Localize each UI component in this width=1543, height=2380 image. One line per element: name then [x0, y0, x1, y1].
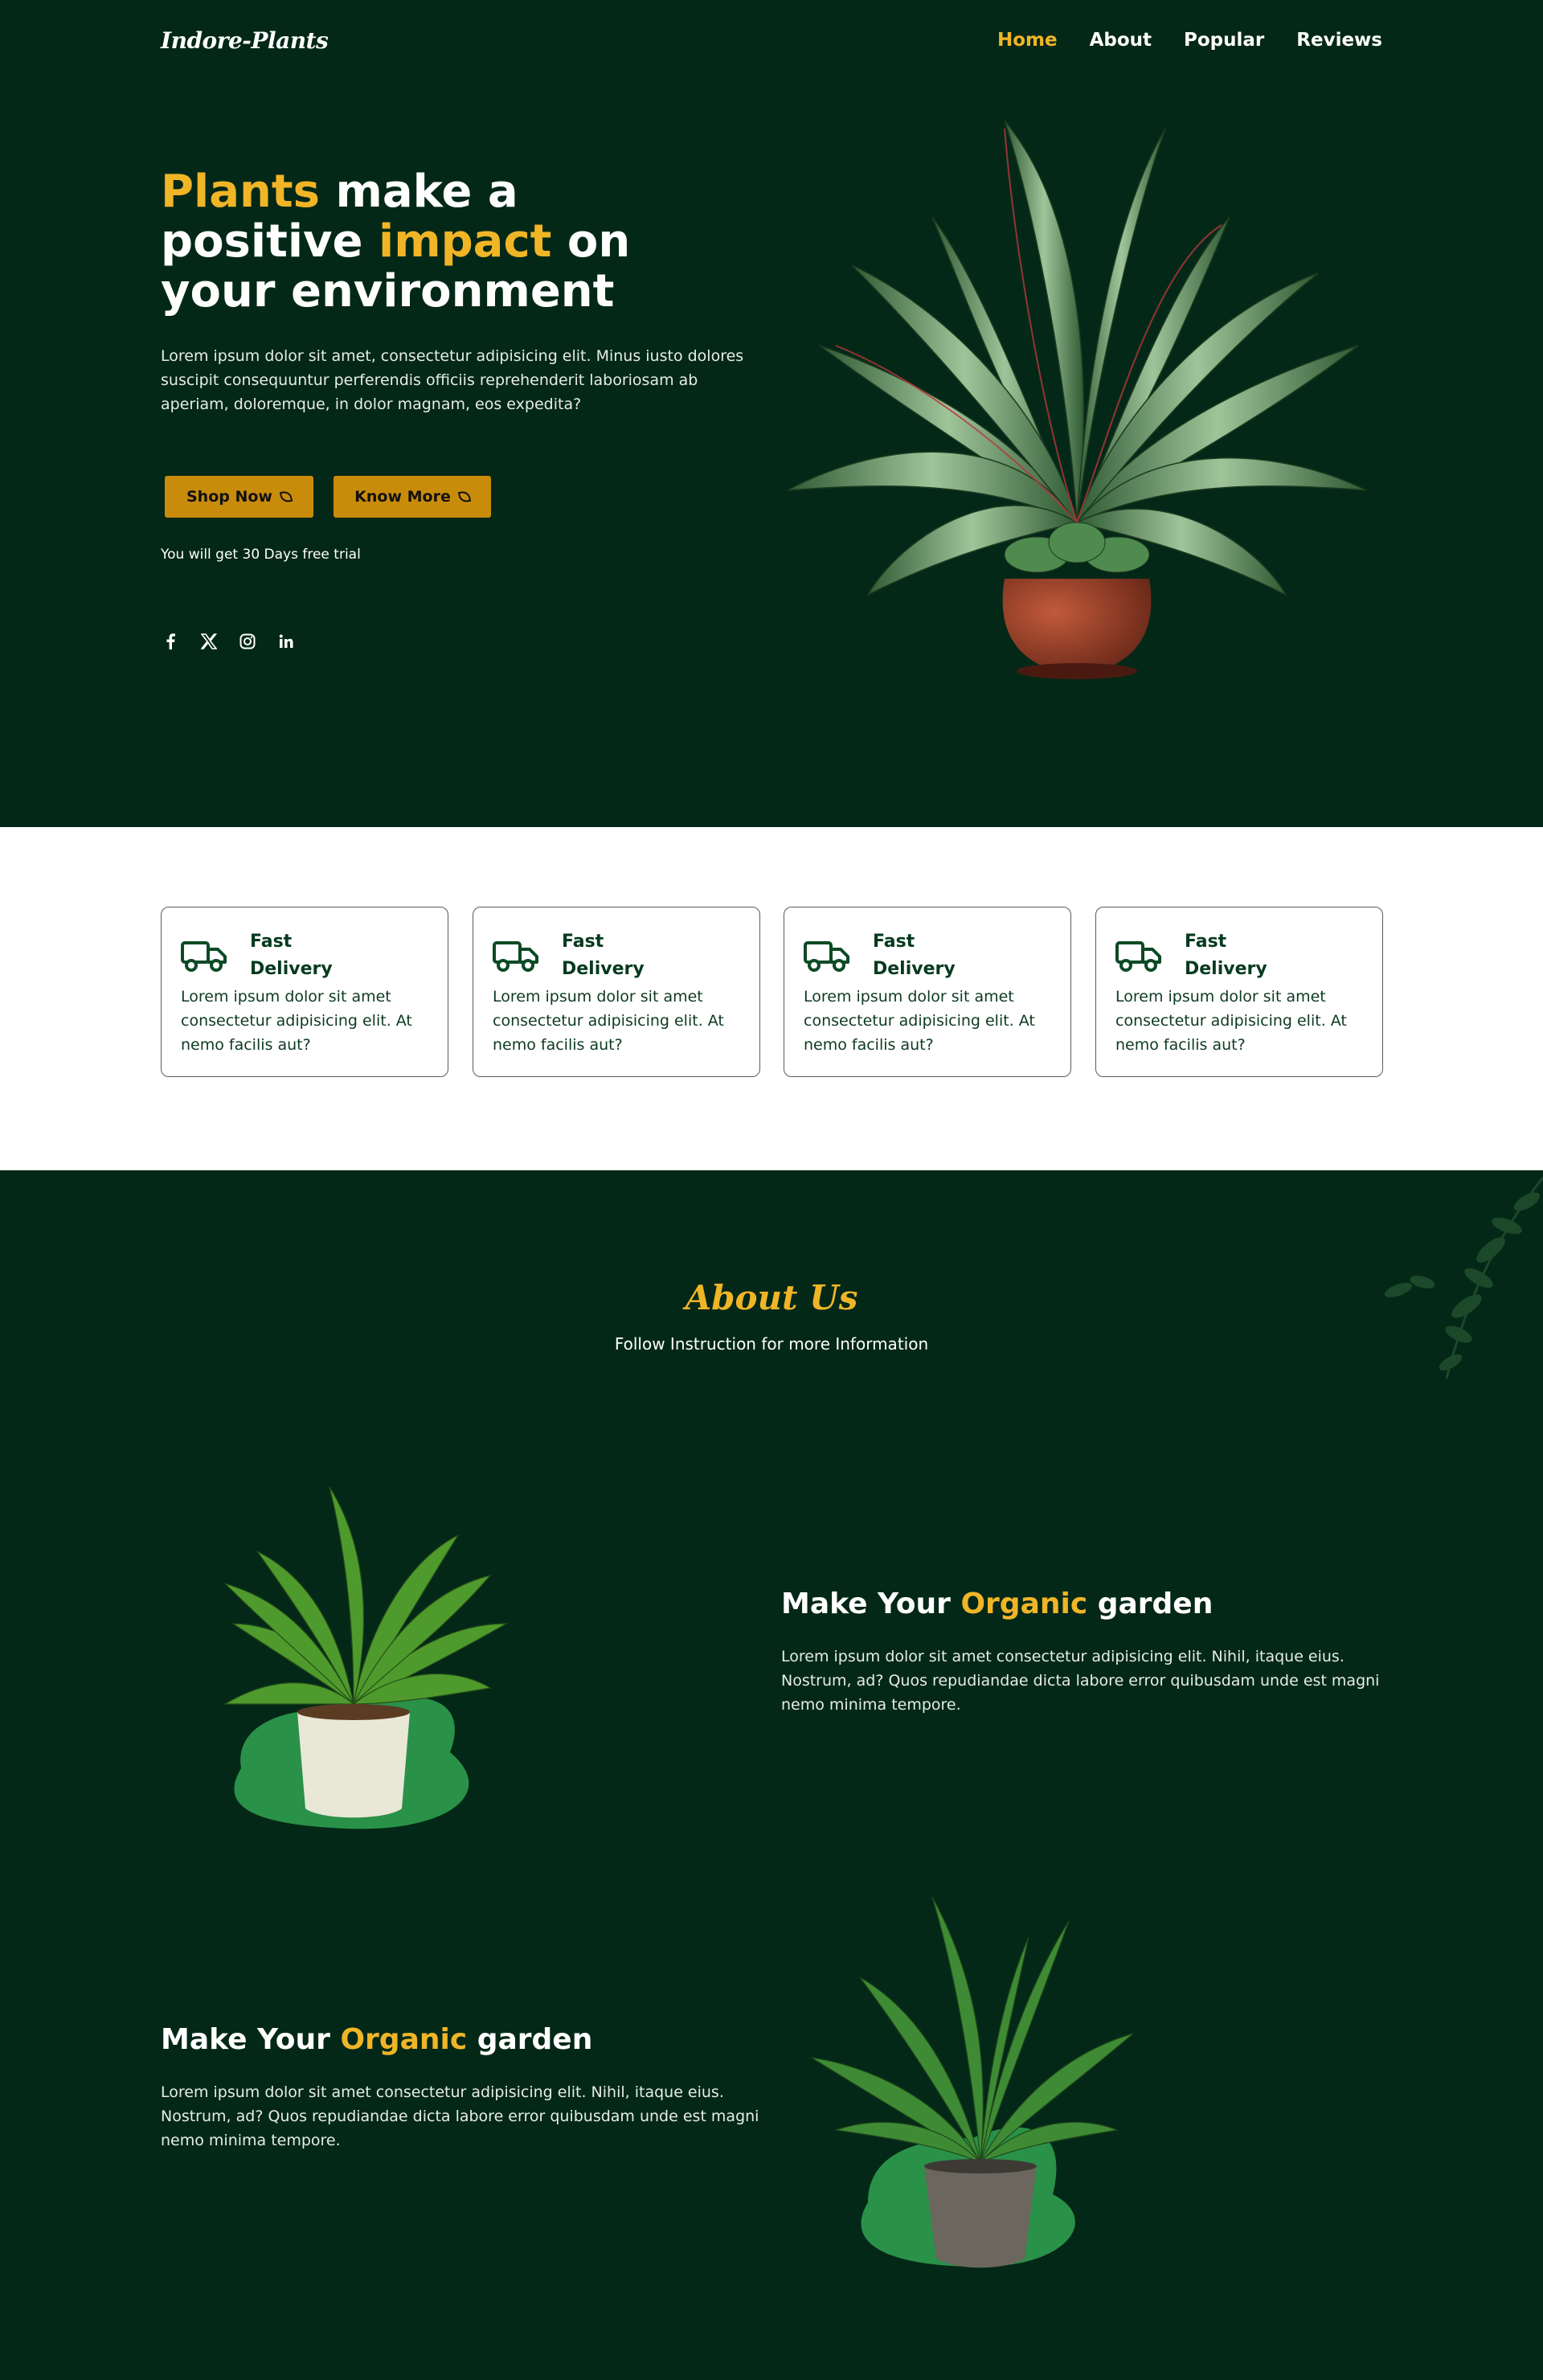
hero-title: Plants make a positive impact on your en…	[161, 167, 739, 317]
about-row-title-text: Make Your	[161, 2023, 341, 2056]
navbar: Indore-Plants Home About Popular Reviews	[161, 23, 1382, 58]
nav-item-about[interactable]: About	[1090, 30, 1152, 51]
hero-title-text-2: positive	[161, 215, 379, 268]
feature-title: Fast Delivery	[562, 932, 645, 979]
shop-now-button[interactable]: Shop Now	[165, 476, 313, 518]
social-links	[161, 632, 296, 651]
nav-menu: Home About Popular Reviews	[997, 30, 1382, 51]
facebook-icon[interactable]	[161, 632, 180, 651]
about-row-title-text: Make Your	[781, 1587, 961, 1620]
logo[interactable]: Indore-Plants	[161, 27, 329, 54]
plant-image	[811, 1896, 1134, 2268]
feature-card: Fast Delivery Lorem ipsum dolor sit amet…	[1095, 907, 1383, 1077]
about-row-title-text: garden	[1087, 1587, 1214, 1620]
about-row-title-accent: Organic	[960, 1587, 1088, 1620]
feature-title: Fast Delivery	[250, 932, 333, 979]
x-icon[interactable]	[199, 632, 219, 651]
hero-plant-image	[787, 120, 1367, 679]
about-row-title-text: garden	[467, 2023, 593, 2056]
about-title: About Us	[685, 1278, 858, 1317]
about-row-title: Make Your Organic garden	[781, 1587, 1213, 1620]
linkedin-icon[interactable]	[276, 632, 296, 651]
hero-title-accent-2: impact	[379, 215, 552, 268]
hero-title-accent-1: Plants	[161, 166, 320, 218]
features-section: Fast Delivery Lorem ipsum dolor sit amet…	[0, 827, 1543, 1170]
feature-title: Fast Delivery	[873, 932, 956, 979]
feature-description: Lorem ipsum dolor sit amet consectetur a…	[493, 988, 724, 1054]
hero-title-text-4: your environment	[161, 265, 615, 317]
hero-description: Lorem ipsum dolor sit amet, consectetur …	[161, 347, 744, 413]
feature-description: Lorem ipsum dolor sit amet consectetur a…	[181, 988, 412, 1054]
plant-image	[223, 1486, 509, 1829]
feature-card: Fast Delivery Lorem ipsum dolor sit amet…	[784, 907, 1071, 1077]
about-row-description: Lorem ipsum dolor sit amet consectetur a…	[161, 2083, 759, 2149]
about-row-title-accent: Organic	[340, 2023, 468, 2056]
hero-title-text-1: make a	[320, 166, 518, 218]
truck-icon	[493, 941, 538, 972]
feature-description: Lorem ipsum dolor sit amet consectetur a…	[804, 988, 1035, 1054]
nav-item-reviews[interactable]: Reviews	[1296, 30, 1382, 51]
truck-icon	[181, 941, 227, 972]
instagram-icon[interactable]	[238, 632, 257, 651]
trial-text: You will get 30 Days free trial	[161, 547, 361, 563]
hero-title-text-3: on	[551, 215, 631, 268]
leaf-icon	[279, 490, 293, 504]
about-row-title: Make Your Organic garden	[161, 2023, 592, 2056]
nav-item-home[interactable]: Home	[997, 30, 1058, 51]
shop-now-label: Shop Now	[186, 488, 272, 506]
feature-card: Fast Delivery Lorem ipsum dolor sit amet…	[473, 907, 760, 1077]
feature-card: Fast Delivery Lorem ipsum dolor sit amet…	[161, 907, 448, 1077]
feature-title: Fast Delivery	[1185, 932, 1267, 979]
truck-icon	[1115, 941, 1161, 972]
nav-item-popular[interactable]: Popular	[1184, 30, 1264, 51]
truck-icon	[804, 941, 849, 972]
feature-description: Lorem ipsum dolor sit amet consectetur a…	[1115, 988, 1347, 1054]
about-row-description: Lorem ipsum dolor sit amet consectetur a…	[781, 1648, 1380, 1714]
about-subtitle: Follow Instruction for more Information	[614, 1334, 929, 1354]
leaf-icon	[457, 490, 471, 504]
know-more-label: Know More	[354, 488, 451, 506]
know-more-button[interactable]: Know More	[334, 476, 491, 518]
